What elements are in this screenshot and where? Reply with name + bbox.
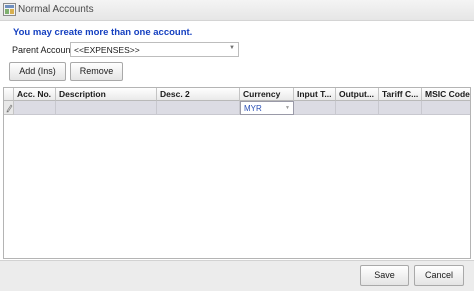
- cell-acc-no[interactable]: [14, 101, 56, 115]
- column-header-description[interactable]: Description: [56, 88, 157, 101]
- parent-account-value: <<EXPENSES>>: [74, 45, 140, 55]
- remove-button[interactable]: Remove: [70, 62, 123, 81]
- row-indicator[interactable]: [4, 101, 14, 115]
- column-header-msic-code[interactable]: MSIC Code: [422, 88, 470, 101]
- cell-currency[interactable]: MYR ▼: [240, 101, 294, 115]
- column-header-acc-no[interactable]: Acc. No.: [14, 88, 56, 101]
- cell-msic-code[interactable]: [422, 101, 470, 115]
- column-header-desc-2[interactable]: Desc. 2: [157, 88, 240, 101]
- cell-output-tax[interactable]: [336, 101, 379, 115]
- row-indicator-header: [4, 88, 14, 101]
- parent-account-label: Parent Account: [12, 45, 74, 55]
- chevron-down-icon[interactable]: ▼: [229, 45, 235, 51]
- currency-value: MYR: [244, 104, 262, 113]
- save-button[interactable]: Save: [360, 265, 409, 286]
- add-button[interactable]: Add (Ins): [9, 62, 66, 81]
- column-header-input-tax[interactable]: Input T...: [294, 88, 336, 101]
- column-header-output-tax[interactable]: Output...: [336, 88, 379, 101]
- chevron-down-icon[interactable]: ▼: [285, 105, 290, 111]
- pencil-icon: [6, 104, 13, 113]
- cancel-button[interactable]: Cancel: [414, 265, 464, 286]
- app-window-icon: [3, 3, 16, 16]
- title-bar: Normal Accounts: [0, 0, 474, 21]
- parent-account-dropdown[interactable]: <<EXPENSES>> ▼: [70, 42, 239, 57]
- accounts-grid[interactable]: Acc. No. Description Desc. 2 Currency In…: [3, 87, 471, 259]
- column-header-currency[interactable]: Currency: [240, 88, 294, 101]
- cell-input-tax[interactable]: [294, 101, 336, 115]
- window-title: Normal Accounts: [18, 4, 94, 15]
- cell-description[interactable]: [56, 101, 157, 115]
- cell-desc-2[interactable]: [157, 101, 240, 115]
- column-header-tariff-code[interactable]: Tariff C...: [379, 88, 422, 101]
- cell-tariff-code[interactable]: [379, 101, 422, 115]
- info-notice: You may create more than one account.: [13, 27, 193, 38]
